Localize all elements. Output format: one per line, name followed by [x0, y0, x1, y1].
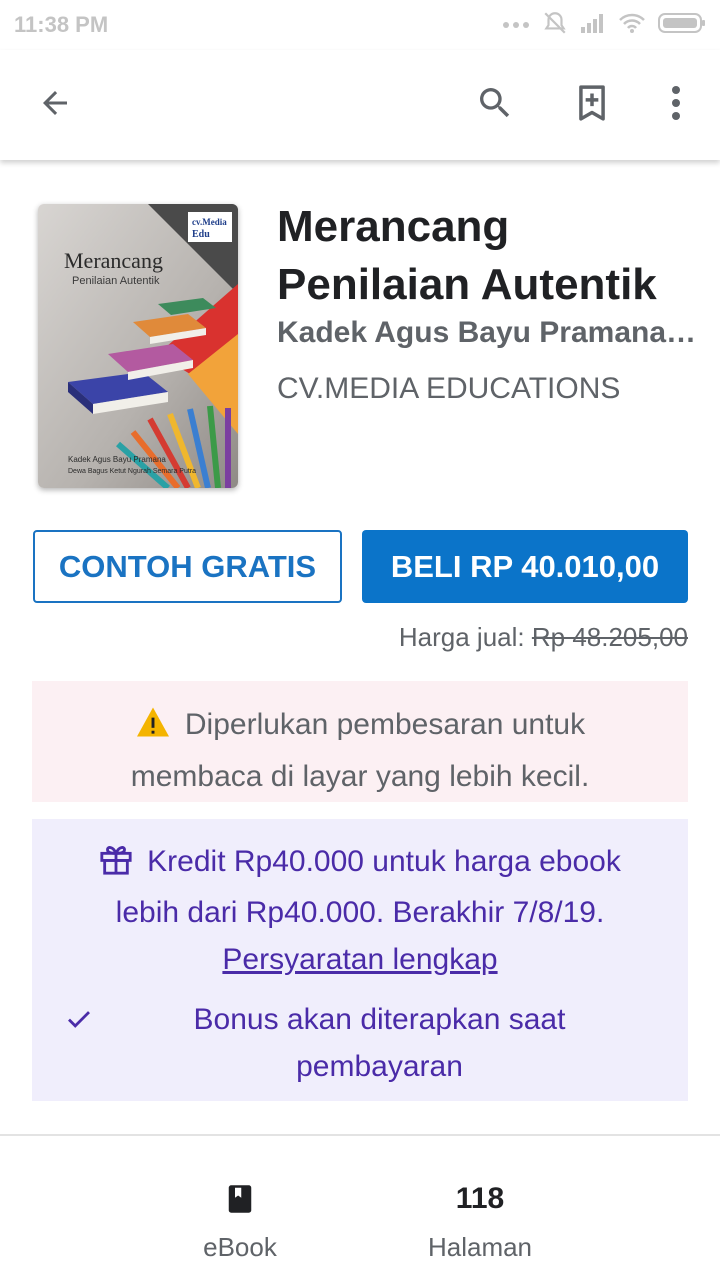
pages-label: Halaman: [427, 1232, 533, 1262]
original-price-value: Rp 48.205,00: [531, 622, 688, 652]
cover-authors-line2: Dewa Bagus Ketut Ngurah Semara Putra: [68, 468, 196, 475]
status-bar: 11:38 PM: [0, 0, 720, 50]
original-price-label: Harga jual:: [398, 622, 532, 652]
check-icon: [64, 1004, 94, 1034]
cover-badge-line2: Edu: [192, 229, 210, 240]
bonus-text: Bonus akan diterapkan saat pembayaran: [193, 1003, 566, 1083]
cover-badge-line1: cv.Media: [192, 217, 227, 227]
promo-text: Kredit Rp40.000 untuk harga ebook lebih …: [115, 845, 621, 929]
mute-icon: [542, 10, 568, 41]
format-info: eBook: [140, 1170, 340, 1263]
book-title: Merancang Penilaian Autentik: [277, 202, 657, 309]
wifi-icon: [618, 12, 646, 39]
full-terms-link[interactable]: Persyaratan lengkap: [222, 943, 497, 976]
book-publisher[interactable]: CV.MEDIA EDUCATIONS: [277, 372, 697, 406]
more-options-button[interactable]: [649, 78, 703, 132]
zoom-warning-box: Diperlukan pembesaran untuk membaca di l…: [32, 681, 688, 802]
cell-signal-icon: [580, 12, 606, 39]
search-icon: [475, 83, 515, 128]
cover-title-line1: Merancang: [64, 248, 163, 273]
back-button[interactable]: [28, 78, 82, 132]
signal-dots-icon: [502, 16, 530, 34]
status-icons: [502, 10, 706, 41]
buy-button[interactable]: BELI RP 40.010,00: [362, 530, 688, 603]
wishlist-button[interactable]: [565, 78, 619, 132]
cover-title-line2: Penilaian Autentik: [72, 275, 160, 287]
divider: [0, 1134, 720, 1136]
battery-icon: [658, 12, 706, 39]
search-button[interactable]: [468, 78, 522, 132]
format-label: eBook: [203, 1232, 277, 1262]
free-sample-button[interactable]: CONTOH GRATIS: [33, 530, 342, 603]
book-icon: [140, 1170, 340, 1228]
warning-icon: [135, 705, 171, 753]
cover-authors-line1: Kadek Agus Bayu Pramana: [68, 455, 166, 464]
book-cover[interactable]: cv.Media Edu Merancang Penilaian Autenti…: [38, 204, 238, 488]
more-vert-icon: [671, 85, 681, 126]
status-time: 11:38 PM: [14, 12, 109, 37]
arrow-back-icon: [37, 85, 73, 126]
warning-text: Diperlukan pembesaran untuk membaca di l…: [130, 708, 590, 793]
app-toolbar: [0, 50, 720, 160]
bookmark-add-icon: [575, 84, 609, 127]
promo-box: Kredit Rp40.000 untuk harga ebook lebih …: [32, 819, 688, 1101]
pages-info: 118 Halaman: [380, 1170, 580, 1263]
gift-icon: [99, 842, 133, 889]
original-price: Harga jual: Rp 48.205,00: [399, 622, 688, 653]
book-author[interactable]: Kadek Agus Bayu Pramana,...: [277, 316, 697, 350]
pages-value: 118: [455, 1182, 505, 1215]
promo-text-block: Kredit Rp40.000 untuk harga ebook lebih …: [72, 838, 648, 983]
